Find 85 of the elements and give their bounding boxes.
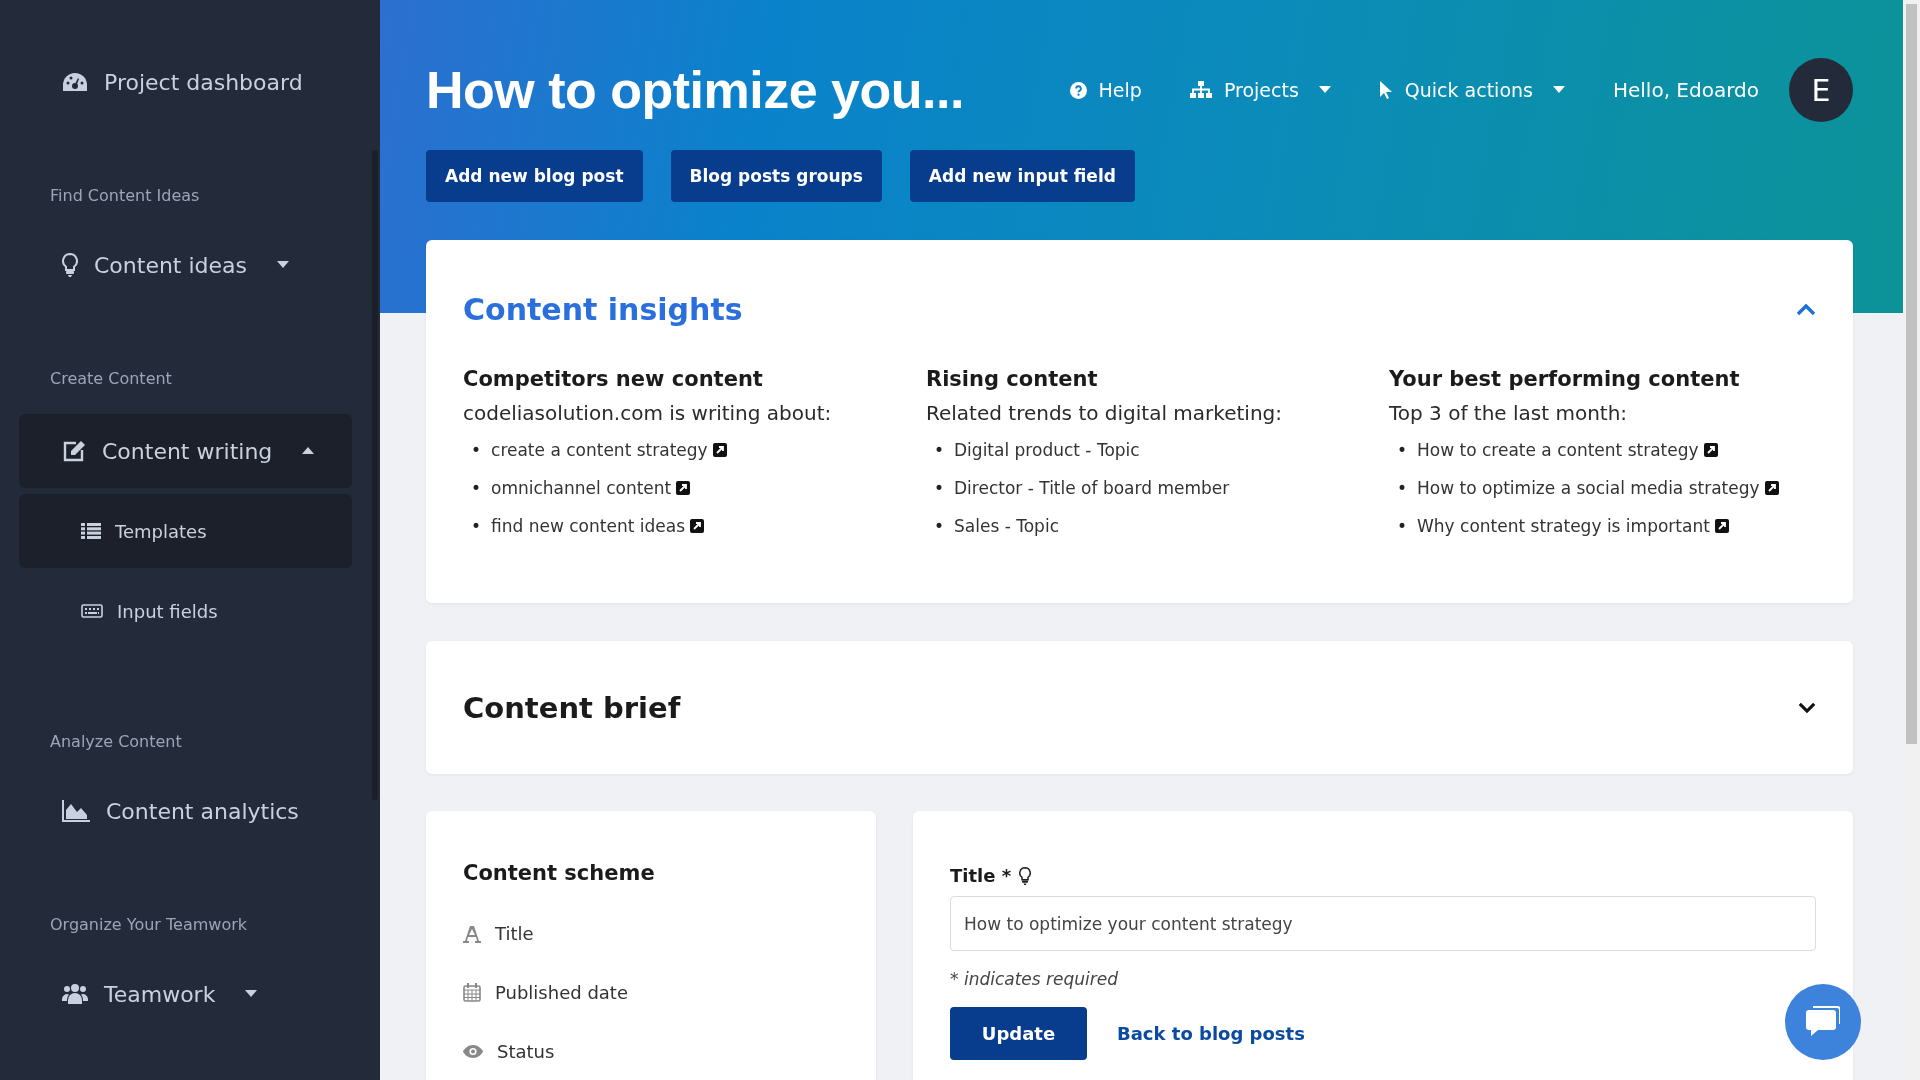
bullet: • (471, 516, 482, 536)
card-title: Content brief (463, 690, 681, 725)
caret-down-icon (245, 990, 258, 998)
sidebar-heading: Create Content (49, 369, 173, 388)
chevron-down-icon (1798, 702, 1816, 713)
external-link-icon (712, 443, 727, 457)
title-field[interactable]: How to optimize your content strategy (950, 896, 1816, 951)
external-link-icon (1764, 481, 1779, 495)
sidebar-item[interactable]: Project dashboard (19, 62, 352, 102)
submenu-item[interactable]: Input fields (19, 574, 352, 648)
bullet: • (471, 478, 482, 498)
insight-item: create a content strategy (491, 440, 708, 460)
caret-down-icon (277, 261, 290, 269)
field-label: Title * (950, 865, 1012, 886)
update-button[interactable]: Update (950, 1007, 1087, 1060)
required-note: * indicates required (950, 969, 1120, 989)
sidebar-item[interactable]: Content analytics (19, 791, 352, 831)
action-button[interactable]: Add new input field (909, 150, 1135, 202)
bullet: • (934, 516, 945, 536)
sidebar-heading: Analyze Content (49, 732, 183, 751)
scheme-field[interactable]: Status (497, 1041, 555, 1062)
greeting: Hello, Edoardo (1612, 78, 1759, 102)
column-heading: Your best performing content (1389, 367, 1741, 391)
pointer-icon (1378, 80, 1393, 100)
external-link-icon (1714, 519, 1729, 533)
action-button[interactable]: Blog posts groups (670, 150, 882, 202)
chevron-up-icon (1796, 303, 1816, 316)
insight-item: omnichannel content (491, 478, 672, 498)
insight-item: find new content ideas (491, 516, 685, 536)
external-link-icon (676, 481, 691, 495)
scheme-field[interactable]: Title (495, 923, 534, 944)
sidebar-heading: Organize Your Teamwork (49, 915, 248, 934)
insight-item: Why content strategy is important (1417, 516, 1710, 536)
external-link-icon (690, 519, 704, 533)
users-icon (62, 983, 88, 1005)
sidebar-item[interactable]: Teamwork (19, 974, 352, 1014)
insight-item: How to create a content strategy (1417, 440, 1699, 460)
lightbulb-icon (1019, 866, 1032, 885)
card-title: Content scheme (463, 861, 656, 885)
bullet: • (934, 440, 945, 460)
action-button[interactable]: Add new blog post (426, 150, 643, 202)
sidebar-item[interactable]: Content ideas (19, 245, 352, 285)
sidebar-item[interactable]: Content writing (19, 414, 352, 488)
lightbulb-icon (62, 253, 78, 277)
bullet: • (471, 440, 482, 460)
chat-icon (1806, 1006, 1840, 1038)
gauge-icon (62, 72, 88, 92)
insight-item: How to optimize a social media strategy (1417, 478, 1760, 498)
sidebar-heading: Find Content Ideas (49, 186, 201, 205)
letter-icon (463, 924, 481, 943)
eye-icon (463, 1045, 483, 1058)
list-icon (81, 523, 101, 539)
column-heading: Competitors new content (463, 367, 764, 391)
column-heading: Rising content (926, 367, 1099, 391)
caret-down-icon (1318, 86, 1331, 94)
sitemap-icon (1189, 81, 1212, 99)
back-link[interactable]: Back to blog posts (1117, 1023, 1305, 1044)
insight-item: Director - Title of board member (954, 478, 1230, 498)
nav-link[interactable]: Projects (1189, 79, 1331, 101)
caret-down-icon (1552, 86, 1565, 94)
page-title: How to optimize you... (426, 60, 965, 120)
insight-item: Digital product - Topic (954, 440, 1140, 460)
area-chart-icon (62, 800, 90, 822)
submenu-item[interactable]: Templates (19, 494, 352, 568)
scheme-field[interactable]: Published date (495, 982, 628, 1003)
column-subtitle: Related trends to digital marketing: (926, 401, 1283, 425)
keyboard-icon (81, 604, 103, 618)
bullet: • (1397, 478, 1408, 498)
question-icon (1069, 81, 1087, 99)
expand-toggle[interactable] (1798, 702, 1816, 713)
edit-icon (62, 440, 86, 462)
nav-link[interactable]: Help (1069, 79, 1142, 101)
nav-link[interactable]: Quick actions (1378, 79, 1565, 101)
insight-item: Sales - Topic (954, 516, 1059, 536)
external-link-icon (1703, 443, 1718, 457)
column-subtitle: codeliasolution.com is writing about: (463, 401, 833, 425)
bullet: • (1397, 516, 1408, 536)
column-subtitle: Top 3 of the last month: (1389, 401, 1629, 425)
collapse-toggle[interactable] (1796, 303, 1816, 316)
scrollbar[interactable] (1903, 0, 1920, 1080)
caret-up-icon (302, 447, 315, 455)
bullet: • (1397, 440, 1408, 460)
card-title: Content insights (463, 292, 743, 327)
calendar-icon (463, 983, 481, 1002)
bullet: • (934, 478, 945, 498)
